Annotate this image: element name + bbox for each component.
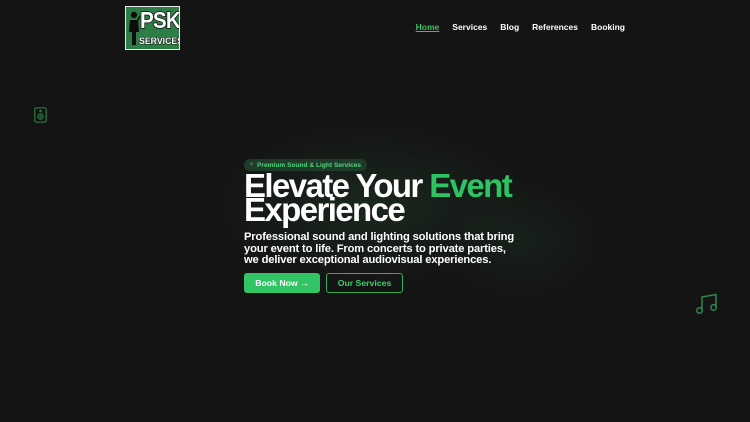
music-note-icon <box>696 293 717 314</box>
site-logo[interactable]: PSK SERVICES <box>125 6 180 50</box>
nav-link-home[interactable]: Home <box>416 22 440 32</box>
hero-section: ✧ Premium Sound & Light Services Elevate… <box>244 153 544 293</box>
headline-accent-word: Event <box>429 167 512 204</box>
nav-link-blog[interactable]: Blog <box>500 22 519 32</box>
speaker-icon <box>34 107 47 123</box>
hero-headline: Elevate Your Event Experience <box>244 169 544 226</box>
nav-link-services[interactable]: Services <box>452 22 487 32</box>
logo-text-top: PSK <box>139 7 180 34</box>
nav-link-references[interactable]: References <box>532 22 578 32</box>
hero-description: Professional sound and lighting solution… <box>244 231 515 266</box>
main-nav: Home Services Blog References Booking <box>416 22 625 32</box>
nav-link-booking[interactable]: Booking <box>591 22 625 32</box>
our-services-button[interactable]: Our Services <box>326 273 403 293</box>
headline-line2: Experience <box>244 191 406 228</box>
book-now-button[interactable]: Book Now → <box>244 273 320 293</box>
logo-text-bottom: SERVICES <box>139 36 180 48</box>
hero-buttons: Book Now → Our Services <box>244 273 403 293</box>
page: PSK SERVICES Home Services Blog Referenc… <box>0 0 750 422</box>
